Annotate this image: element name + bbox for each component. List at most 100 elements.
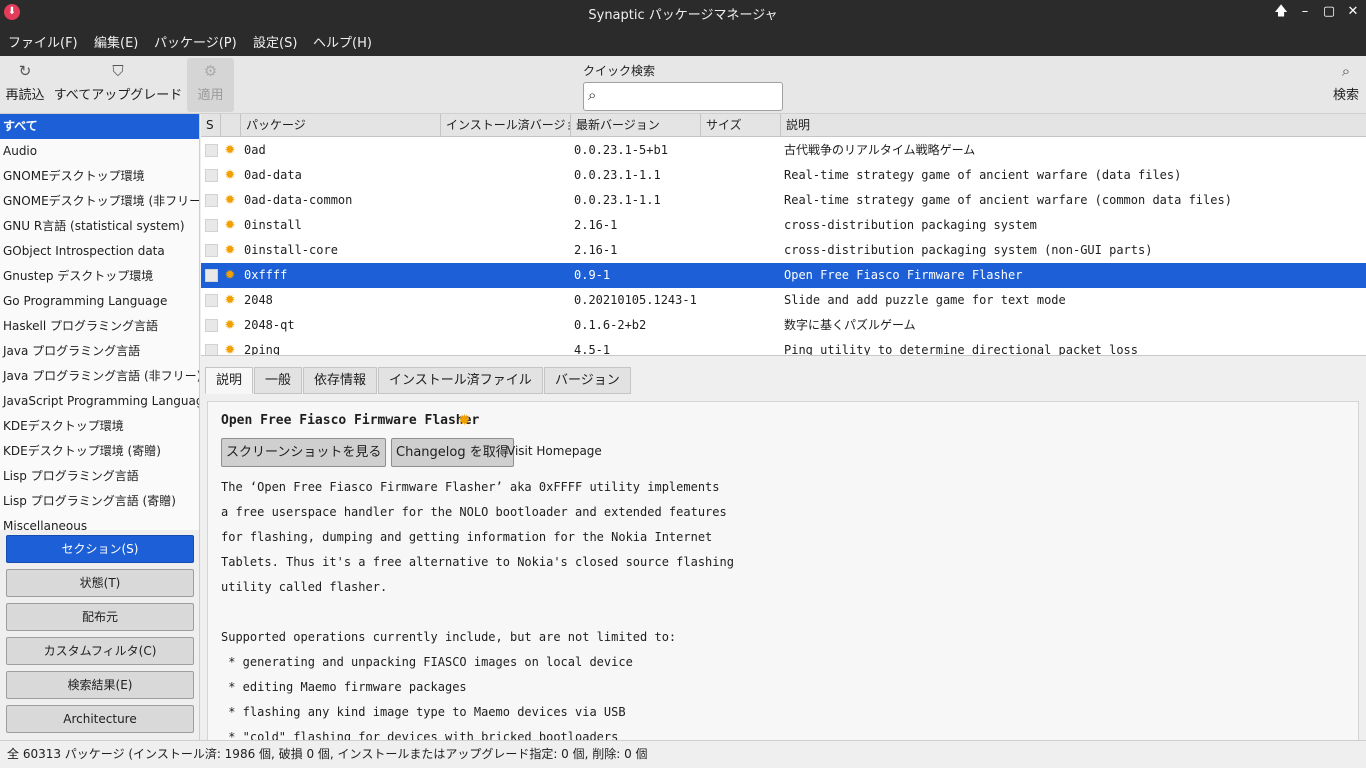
search-button[interactable]: ⌕ 検索 xyxy=(1328,58,1364,112)
search-icon: ⌕ xyxy=(588,86,597,104)
tab-dependencies[interactable]: 依存情報 xyxy=(303,367,378,394)
supported-package-icon: ✹ xyxy=(224,193,236,208)
section-item[interactable]: Haskell プログラミング言語 xyxy=(0,314,199,339)
section-item[interactable]: KDEデスクトップ環境 (寄贈) xyxy=(0,439,199,464)
menu-edit[interactable]: 編集(E) xyxy=(94,32,138,51)
section-item[interactable]: Miscellaneous xyxy=(0,514,199,530)
menu-help[interactable]: ヘルプ(H) xyxy=(313,32,372,51)
table-row[interactable]: ✹ 2048 0.20210105.1243-1 Slide and add puzz… xyxy=(201,288,1366,313)
section-item[interactable]: Lisp プログラミング言語 (寄贈) xyxy=(0,489,199,514)
table-row[interactable]: ✹ 0install-core 2.16-1 cross-distribution p… xyxy=(201,238,1366,263)
package-checkbox[interactable] xyxy=(205,319,218,332)
section-item[interactable]: Lisp プログラミング言語 xyxy=(0,464,199,489)
column-header-status[interactable]: S xyxy=(201,114,221,137)
search-results-filter-button[interactable]: 検索結果(E) xyxy=(6,671,194,699)
description-line: * generating and unpacking FIASCO images… xyxy=(221,655,633,669)
section-item[interactable]: Java プログラミング言語 (非フリー) xyxy=(0,364,199,389)
table-row[interactable]: ✹ 0install 2.16-1 cross-distribution packag… xyxy=(201,213,1366,238)
visit-homepage-link[interactable]: Visit Homepage xyxy=(507,444,602,458)
column-header-size[interactable]: サイズ xyxy=(701,114,781,137)
tab-general[interactable]: 一般 xyxy=(254,367,303,394)
shield-icon: ⛉ xyxy=(112,62,124,80)
description-line xyxy=(221,600,1341,625)
upgrade-all-button[interactable]: ⛉ すべてアップグレード xyxy=(52,58,184,112)
package-checkbox[interactable] xyxy=(205,244,218,257)
section-item[interactable]: Go Programming Language xyxy=(0,289,199,314)
maximize-up-icon[interactable]: 🡅 xyxy=(1271,2,1291,22)
quick-search-label: クイック検索 xyxy=(583,64,656,78)
minimize-icon[interactable]: – xyxy=(1295,2,1315,22)
package-checkbox[interactable] xyxy=(205,169,218,182)
section-item[interactable]: KDEデスクトップ環境 xyxy=(0,414,199,439)
description-line: The ‘Open Free Fiasco Firmware Flasher’ … xyxy=(221,480,720,494)
section-item[interactable]: GObject Introspection data xyxy=(0,239,199,264)
package-description: 古代戦争のリアルタイム戦略ゲーム xyxy=(784,143,976,157)
table-row[interactable]: ✹ 0ad-data-common 0.0.23.1-1.1 Real-time st… xyxy=(201,188,1366,213)
table-row[interactable]: ✹ 0ad-data 0.0.23.1-1.1 Real-time strategy … xyxy=(201,163,1366,188)
section-item[interactable]: Java プログラミング言語 xyxy=(0,339,199,364)
table-row[interactable]: ✹ 2048-qt 0.1.6-2+b2 数字に基くパズルゲーム xyxy=(201,313,1366,338)
latest-version: 4.5-1 xyxy=(574,343,611,355)
tab-installed-files[interactable]: インストール済ファイル xyxy=(378,367,543,394)
menu-file[interactable]: ファイル(F) xyxy=(8,32,78,51)
section-item[interactable]: すべて xyxy=(0,114,199,139)
table-row[interactable]: ✹ 2ping 4.5-1 Ping utility to determine dir… xyxy=(201,338,1366,355)
package-name: 0ad xyxy=(244,143,266,157)
menu-settings[interactable]: 設定(S) xyxy=(253,32,297,51)
column-header-description[interactable]: 説明 xyxy=(781,114,1366,137)
status-filter-button[interactable]: 状態(T) xyxy=(6,569,194,597)
column-header-package[interactable]: パッケージ xyxy=(241,114,441,137)
section-item[interactable]: Audio xyxy=(0,139,199,164)
package-checkbox[interactable] xyxy=(205,344,218,355)
toolbar: ↻ 再読込 ⛉ すべてアップグレード ⚙ 適用 クイック検索 ⌕ ⌕ 検索 xyxy=(0,56,1366,114)
package-description: Open Free Fiasco Firmware Flasher xyxy=(784,268,1023,282)
section-item[interactable]: GNOMEデスクトップ環境 (非フリー) xyxy=(0,189,199,214)
quick-search-box[interactable]: ⌕ xyxy=(583,82,783,111)
package-checkbox[interactable] xyxy=(205,144,218,157)
package-checkbox[interactable] xyxy=(205,194,218,207)
reload-button[interactable]: ↻ 再読込 xyxy=(4,58,46,112)
column-header-latest-version[interactable]: 最新バージョン xyxy=(571,114,701,137)
latest-version: 0.0.23.1-1.1 xyxy=(574,193,661,207)
section-item[interactable]: JavaScript Programming Language xyxy=(0,389,199,414)
sections-filter-button[interactable]: セクション(S) xyxy=(6,535,194,563)
tab-versions[interactable]: バージョン xyxy=(544,367,631,394)
section-item[interactable]: Gnustep デスクトップ環境 xyxy=(0,264,199,289)
package-description: Real-time strategy game of ancient warfa… xyxy=(784,168,1182,182)
description-line: * flashing any kind image type to Maemo … xyxy=(221,705,626,719)
package-description: cross-distribution packaging system (non… xyxy=(784,243,1153,257)
view-screenshot-button[interactable]: スクリーンショットを見る xyxy=(221,438,387,467)
quick-search-input[interactable] xyxy=(610,87,778,107)
section-list[interactable]: すべて Audio GNOMEデスクトップ環境 GNOMEデスクトップ環境 (非… xyxy=(0,114,200,530)
upgrade-all-label: すべてアップグレード xyxy=(53,88,183,103)
package-checkbox[interactable] xyxy=(205,269,218,282)
package-table[interactable]: S パッケージ インストール済バージョン 最新バージョン サイズ 説明 ✹ 0ad… xyxy=(201,114,1366,355)
package-checkbox[interactable] xyxy=(205,219,218,232)
menu-package[interactable]: パッケージ(P) xyxy=(154,32,237,51)
section-item[interactable]: GNU R言語 (statistical system) xyxy=(0,214,199,239)
description-line: a free userspace handler for the NOLO bo… xyxy=(221,505,727,519)
column-header-support[interactable] xyxy=(221,114,241,137)
section-item[interactable]: GNOMEデスクトップ環境 xyxy=(0,164,199,189)
package-checkbox[interactable] xyxy=(205,294,218,307)
origin-filter-button[interactable]: 配布元 xyxy=(6,603,194,631)
package-name: 0install-core xyxy=(244,243,338,257)
package-name: 0install xyxy=(244,218,302,232)
table-row[interactable]: ✹ 0ad 0.0.23.1-5+b1 古代戦争のリアルタイム戦略ゲーム xyxy=(201,138,1366,163)
description-line: Supported operations currently include, … xyxy=(221,630,677,644)
details-pane: 説明 一般 依存情報 インストール済ファイル バージョン Open Free F… xyxy=(201,355,1366,741)
custom-filter-button[interactable]: カスタムフィルタ(C) xyxy=(6,637,194,665)
restore-icon[interactable]: ▢ xyxy=(1319,2,1339,22)
table-header: S パッケージ インストール済バージョン 最新バージョン サイズ 説明 xyxy=(201,114,1366,137)
tab-description[interactable]: 説明 xyxy=(205,367,254,394)
get-changelog-button[interactable]: Changelog を取得 xyxy=(391,438,514,467)
apply-button[interactable]: ⚙ 適用 xyxy=(187,58,234,112)
table-row[interactable]: ✹ 0xffff 0.9-1 Open Free Fiasco Firmware Fl… xyxy=(201,263,1366,288)
column-header-installed-version[interactable]: インストール済バージョン xyxy=(441,114,571,137)
gears-icon: ⚙ xyxy=(203,62,218,80)
package-name: 0xffff xyxy=(244,268,288,282)
package-description: cross-distribution packaging system xyxy=(784,218,1037,232)
architecture-filter-button[interactable]: Architecture xyxy=(6,705,194,733)
status-bar: 全 60313 パッケージ (インストール済: 1986 個, 破損 0 個, … xyxy=(0,740,1366,768)
close-icon[interactable]: ✕ xyxy=(1343,2,1363,22)
